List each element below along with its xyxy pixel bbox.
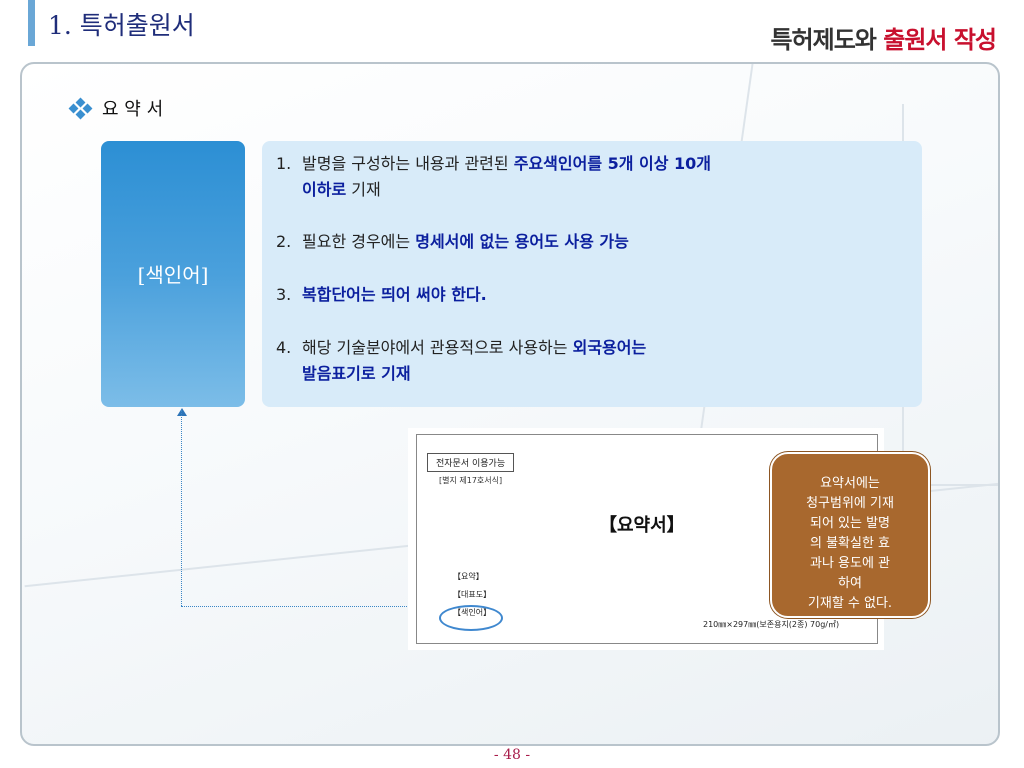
header-subtitle-part2: 출원서 작성 [883,26,997,54]
form-title: 【요약서】 [599,515,685,536]
header-accent-bar [28,0,35,46]
highlight-oval [439,605,503,631]
header-subtitle-part1: 특허제도와 [770,26,876,54]
rule-text: 기재 [346,180,381,199]
form-size-note: 210㎜×297㎜(보존용지(2종) 70g/㎡) [703,620,840,629]
rule-item-3: 3. 복합단어는 띄어 써야 한다. [276,282,487,308]
callout-note: 요약서에는 청구범위에 기재 되어 있는 발명 의 불확실한 효 과나 용도에 … [770,452,930,618]
rule-highlight: 외국용어는 [572,338,647,357]
section-title: 요 약 서 [102,99,164,120]
rule-number: 3. [276,285,292,304]
rule-number: 4. [276,338,292,357]
keyword-label: [색인어] [137,262,209,287]
page-title: 1. 특허출원서 [48,11,195,40]
form-subtitle: [별지 제17호서식] [439,476,503,485]
rule-text: 필요한 경우에는 [302,232,416,251]
diamond-bullet-icon [68,97,94,120]
header-subtitle: 특허제도와 출원서 작성 [770,20,997,55]
page-number: - 48 - [493,747,531,763]
rule-highlight: 발음표기로 기재 [302,364,411,383]
connector-line-horizontal [181,606,441,607]
rule-highlight: 이하로 [302,180,347,199]
arrow-up-icon [177,408,187,416]
rule-item-1: 1. 발명을 구성하는 내용과 관련된 주요색인어를 5개 이상 10개 이하로 … [276,151,711,203]
rule-item-4: 4. 해당 기술분야에서 관용적으로 사용하는 외국용어는 발음표기로 기재 [276,335,646,387]
form-field: 【대표도】 [453,590,492,599]
rule-item-2: 2. 필요한 경우에는 명세서에 없는 용어도 사용 가능 [276,229,629,255]
connector-line-vertical [181,410,182,606]
keyword-label-box: [색인어] [101,141,245,407]
form-tag: 전자문서 이용가능 [427,453,515,472]
rule-number: 2. [276,232,292,251]
rules-box: 1. 발명을 구성하는 내용과 관련된 주요색인어를 5개 이상 10개 이하로 … [262,141,922,407]
rule-highlight: 명세서에 없는 용어도 사용 가능 [415,232,629,251]
form-field: 【요약】 [453,572,484,581]
rule-line2: 발음표기로 기재 [276,361,646,387]
rule-line2: 이하로 기재 [276,177,711,203]
rule-number: 1. [276,154,292,173]
rule-text: 해당 기술분야에서 관용적으로 사용하는 [302,338,573,357]
section-heading: 요 약 서 [68,95,163,121]
rule-highlight: 주요색인어를 5개 이상 10개 [513,154,712,173]
rule-highlight: 복합단어는 띄어 써야 한다. [302,285,487,304]
rule-text: 발명을 구성하는 내용과 관련된 [302,154,514,173]
